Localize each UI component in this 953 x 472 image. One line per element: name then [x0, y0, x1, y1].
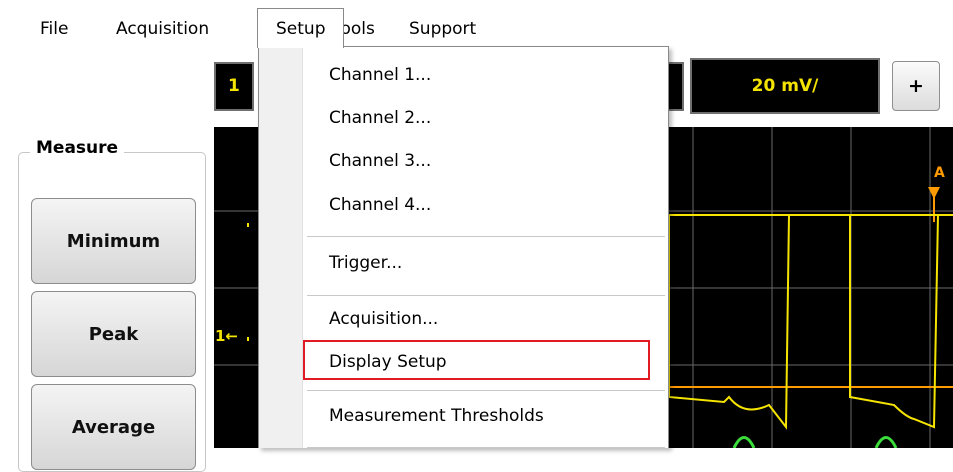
menu-bar: File Acquisition Tools Support: [0, 0, 953, 46]
menu-separator: [307, 236, 665, 237]
menu-item-channel-2[interactable]: Channel 2...: [329, 108, 431, 128]
average-button[interactable]: Average: [31, 384, 196, 470]
channel-indicator-label: 1: [228, 76, 240, 96]
menu-acquisition[interactable]: Acquisition: [116, 0, 209, 46]
menu-item-trigger[interactable]: Trigger...: [329, 253, 402, 273]
minimum-button[interactable]: Minimum: [31, 198, 196, 284]
menu-separator: [307, 390, 665, 391]
channel-1-offset-marker[interactable]: 1←: [215, 327, 238, 345]
menu-item-channel-3[interactable]: Channel 3...: [329, 151, 431, 171]
trigger-marker-label: A: [934, 165, 945, 181]
peak-button[interactable]: Peak: [31, 291, 196, 377]
menu-item-channel-4[interactable]: Channel 4...: [329, 195, 431, 215]
menu-item-channel-1[interactable]: Channel 1...: [329, 65, 431, 85]
increase-scale-button[interactable]: +: [892, 61, 940, 111]
menu-file[interactable]: File: [40, 0, 68, 46]
menu-support[interactable]: Support: [409, 0, 476, 46]
menu-item-acquisition[interactable]: Acquisition...: [329, 309, 438, 329]
vertical-scale-display[interactable]: 20 mV/: [690, 58, 880, 114]
channel-indicator[interactable]: 1: [214, 62, 254, 111]
display-setup-highlight: [303, 340, 650, 380]
measure-title: Measure: [30, 138, 125, 158]
dropdown-icon-strip: [259, 47, 303, 448]
menu-item-measurement-thresholds[interactable]: Measurement Thresholds: [329, 406, 544, 426]
setup-dropdown-menu: Channel 1... Channel 2... Channel 3... C…: [258, 46, 669, 448]
green-trace-segment: [874, 436, 898, 448]
vertical-scale-value: 20 mV/: [751, 76, 819, 96]
green-trace-segment: [732, 436, 756, 448]
menu-setup[interactable]: Setup: [257, 8, 345, 48]
menu-separator: [307, 295, 665, 296]
